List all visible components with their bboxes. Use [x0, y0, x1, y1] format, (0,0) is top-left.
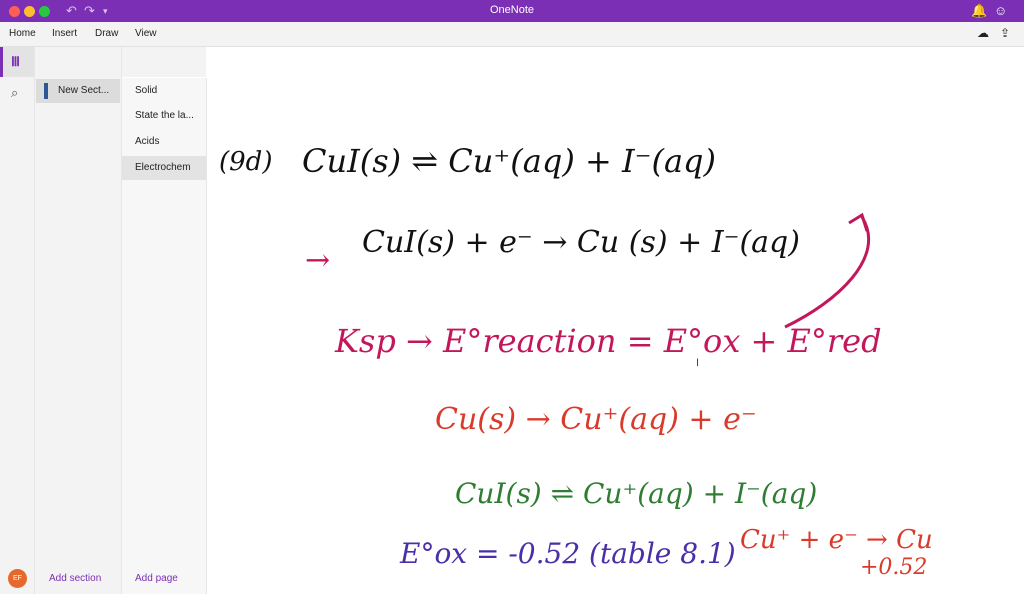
page-canvas[interactable]: (9d) CuI(s) ⇌ Cu⁺(aq) + I⁻(aq) → CuI(s) … — [207, 47, 1024, 594]
ribbon: Home Insert Draw View ☁ ⇪ — [0, 22, 1024, 47]
text-cursor-icon: I — [696, 357, 700, 369]
tab-home[interactable]: Home — [9, 28, 36, 39]
ink-arrow: → — [305, 243, 331, 278]
notifications-bell-icon[interactable]: 🔔 — [971, 3, 987, 19]
library-icon: Ⅲ — [11, 54, 20, 69]
ink-reduction-equation: CuI(s) + e⁻ → Cu (s) + I⁻(aq) — [362, 225, 800, 260]
ink-oxidation-equation: Cu(s) → Cu⁺(aq) + e⁻ — [435, 402, 757, 437]
search-icon[interactable]: ⌕ — [11, 85, 18, 101]
ink-dissolution-equation: CuI(s) ⇌ Cu⁺(aq) + I⁻(aq) — [302, 142, 717, 180]
ink-solubility-equation: CuI(s) ⇌ Cu⁺(aq) + I⁻(aq) — [455, 477, 818, 510]
section-color-tab — [44, 83, 48, 99]
ink-curved-arrow — [784, 212, 870, 329]
page-item[interactable]: Acids — [122, 130, 206, 154]
notebooks-button[interactable]: Ⅲ — [0, 47, 34, 77]
app-title: OneNote — [489, 4, 535, 16]
page-list: Solid State the la... Acids Electrochem — [122, 78, 207, 594]
tab-view[interactable]: View — [135, 28, 157, 39]
page-item[interactable]: State the la... — [122, 104, 206, 128]
ink-side-reduction: Cu⁺ + e⁻ → Cu — [740, 525, 933, 555]
page-item[interactable]: Solid — [122, 79, 206, 103]
navigation-rail: Ⅲ ⌕ — [0, 47, 35, 594]
add-section-button[interactable]: Add section — [49, 573, 101, 584]
section-label: New Sect... — [58, 85, 110, 96]
ink-eox-value: E°ox = -0.52 (table 8.1) — [400, 537, 736, 570]
section-list: New Sect... — [35, 47, 122, 594]
avatar[interactable]: EF — [8, 569, 27, 588]
section-item[interactable]: New Sect... — [36, 79, 120, 103]
add-page-button[interactable]: Add page — [135, 573, 178, 584]
page-item[interactable]: Electrochem — [122, 156, 206, 180]
share-icon[interactable]: ⇪ — [1000, 26, 1010, 40]
tab-draw[interactable]: Draw — [95, 28, 118, 39]
ink-side-value: +0.52 — [860, 555, 928, 580]
feedback-smiley-icon[interactable]: ☺ — [994, 3, 1007, 19]
title-bar: ↶ ↷ ▾ OneNote 🔔 ☺ — [0, 0, 1024, 22]
sync-status-icon[interactable]: ☁ — [977, 26, 989, 40]
ink-question-label: (9d) — [219, 147, 273, 177]
tab-insert[interactable]: Insert — [52, 28, 77, 39]
